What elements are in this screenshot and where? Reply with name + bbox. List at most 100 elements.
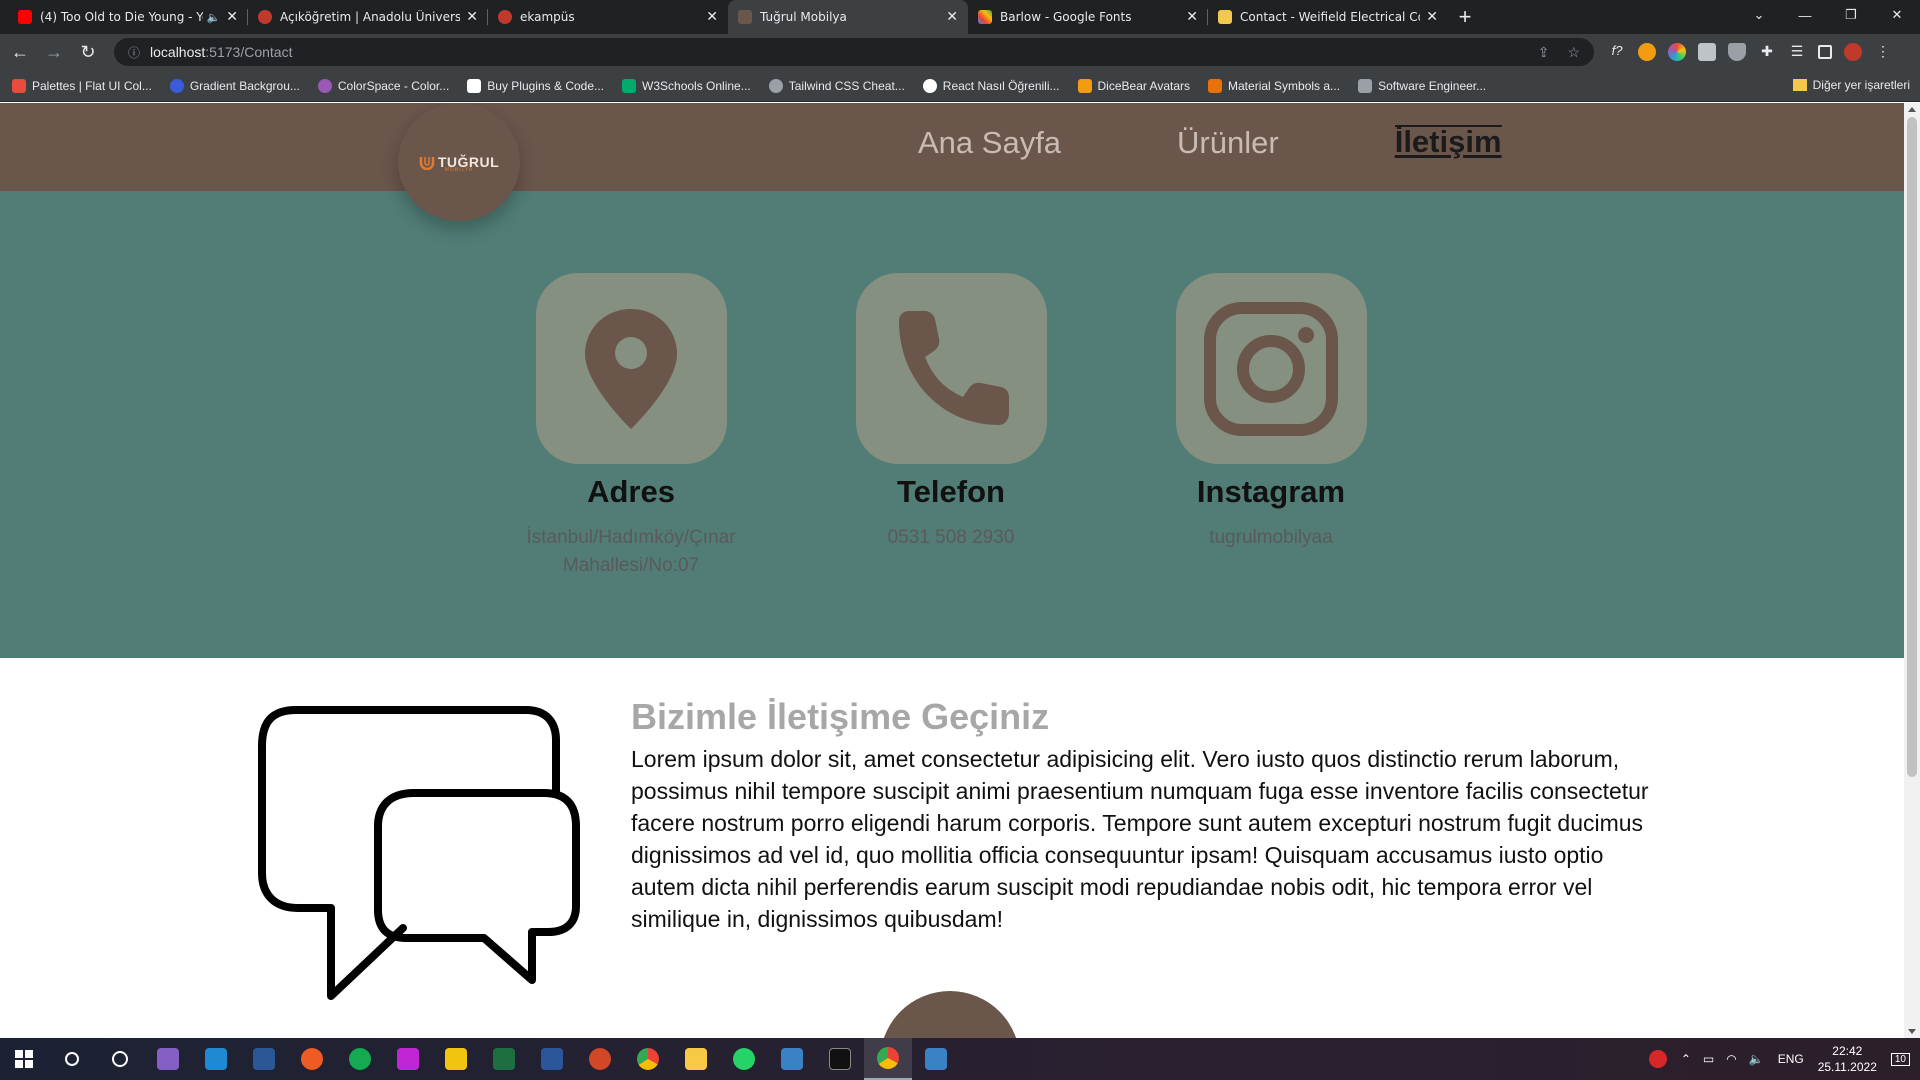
bookmark-star-icon[interactable]: ☆	[1567, 44, 1580, 61]
shield-icon[interactable]	[1728, 43, 1746, 61]
share-icon[interactable]: ⇪	[1538, 44, 1550, 61]
url-path: :5173/Contact	[205, 44, 293, 60]
postman-icon[interactable]	[288, 1038, 336, 1080]
bookmark-item[interactable]: React Nasıl Öğrenili...	[922, 78, 1060, 93]
nav-home[interactable]: Ana Sayfa	[918, 125, 1061, 161]
site-logo[interactable]: TUĞRUL MOBILYA	[398, 103, 520, 221]
app-icon[interactable]	[432, 1038, 480, 1080]
language-indicator[interactable]: ENG	[1778, 1052, 1804, 1066]
side-panel-icon[interactable]	[1818, 45, 1832, 59]
vscode-icon[interactable]	[192, 1038, 240, 1080]
browser-tab-active[interactable]: Tuğrul Mobilya ✕	[728, 0, 968, 34]
instagram-icon-tile[interactable]	[1175, 273, 1367, 464]
bookmark-item[interactable]: W3Schools Online...	[622, 78, 751, 93]
close-window-icon[interactable]: ✕	[1874, 0, 1920, 30]
terminal-icon[interactable]	[816, 1038, 864, 1080]
fx-extension-icon[interactable]: f?	[1608, 43, 1626, 61]
bookmark-item[interactable]: Tailwind CSS Cheat...	[768, 78, 905, 93]
visual-studio-icon[interactable]	[144, 1038, 192, 1080]
word-icon[interactable]	[528, 1038, 576, 1080]
reload-icon[interactable]: ↻	[74, 38, 102, 66]
anadolu-icon	[258, 10, 272, 24]
notification-icon[interactable]: 10	[1890, 1052, 1910, 1066]
phone-icon-tile[interactable]	[855, 273, 1047, 464]
minimize-icon[interactable]: —	[1782, 0, 1828, 30]
contact-section: Adres İstanbul/Hadımköy/Çınar Mahallesi/…	[0, 191, 1904, 658]
system-tray: ⌃ ▭ ◠ 🔈 ENG 22:42 25.11.2022 10	[1648, 1038, 1920, 1080]
scroll-down-icon[interactable]	[1908, 1029, 1916, 1034]
close-tab-icon[interactable]: ✕	[706, 9, 718, 25]
new-tab-button[interactable]: +	[1448, 0, 1482, 34]
nav-products[interactable]: Ürünler	[1177, 125, 1279, 161]
other-bookmarks[interactable]: Diğer yer işaretleri	[1792, 78, 1910, 92]
restore-icon[interactable]: ❐	[1828, 0, 1874, 30]
speaker-icon[interactable]: 🔈	[207, 11, 221, 24]
clock[interactable]: 22:42 25.11.2022	[1818, 1043, 1877, 1075]
chrome-active-icon[interactable]	[864, 1038, 912, 1080]
app-icon[interactable]	[912, 1038, 960, 1080]
address-icon-tile[interactable]	[535, 273, 727, 464]
bookmark-label: Tailwind CSS Cheat...	[788, 78, 905, 93]
logo-subtext: MOBILYA	[444, 167, 474, 173]
tab-search-icon[interactable]: ⌄	[1736, 0, 1782, 30]
app-icon[interactable]	[768, 1038, 816, 1080]
chrome-icon[interactable]	[624, 1038, 672, 1080]
back-icon[interactable]: ←	[6, 38, 34, 66]
page-scrollbar[interactable]	[1904, 103, 1920, 1038]
profile-avatar[interactable]	[1844, 43, 1862, 61]
bookmark-item[interactable]: Software Engineer...	[1358, 78, 1486, 93]
bookmark-item[interactable]: Buy Plugins & Code...	[467, 78, 605, 93]
site-info-icon[interactable]: ⓘ	[128, 44, 140, 61]
bookmark-item[interactable]: Gradient Backgrou...	[169, 78, 300, 93]
contact-card-phone: Telefon 0531 508 2930	[791, 273, 1111, 552]
cortana-icon[interactable]	[96, 1038, 144, 1080]
wifi-icon[interactable]: ◠	[1726, 1052, 1736, 1066]
battery-icon[interactable]: ▭	[1703, 1052, 1714, 1066]
menu-kebab-icon[interactable]: ⋮	[1874, 43, 1892, 61]
file-explorer-icon[interactable]	[672, 1038, 720, 1080]
powerpoint-icon[interactable]	[576, 1038, 624, 1080]
browser-tab[interactable]: Açıköğretim | Anadolu Üniversite ✕	[248, 0, 488, 34]
bookmark-item[interactable]: DiceBear Avatars	[1077, 78, 1190, 93]
browser-tab[interactable]: Contact - Weifield Electrical Cont ✕	[1208, 0, 1448, 34]
browser-tab[interactable]: Barlow - Google Fonts ✕	[968, 0, 1208, 34]
extension-icon[interactable]	[1698, 43, 1716, 61]
close-tab-icon[interactable]: ✕	[466, 9, 478, 25]
other-bookmarks-label: Diğer yer işaretleri	[1812, 78, 1910, 92]
scroll-up-icon[interactable]	[1908, 107, 1916, 112]
contact-title: Adres	[587, 474, 675, 509]
start-button[interactable]	[0, 1038, 48, 1080]
mongodb-icon[interactable]	[336, 1038, 384, 1080]
volume-icon[interactable]: 🔈	[1749, 1052, 1764, 1066]
close-tab-icon[interactable]: ✕	[226, 9, 238, 25]
scrollbar-thumb[interactable]	[1907, 117, 1917, 777]
antivirus-icon[interactable]	[1648, 1050, 1667, 1068]
app-icon[interactable]	[384, 1038, 432, 1080]
close-tab-icon[interactable]: ✕	[1426, 9, 1438, 25]
puzzle-icon[interactable]: ✚	[1758, 43, 1776, 61]
nav-contact[interactable]: İletişim	[1394, 125, 1502, 161]
reading-list-icon[interactable]: ☰	[1788, 43, 1806, 61]
bookmark-label: Material Symbols a...	[1228, 78, 1341, 93]
bookmark-label: Buy Plugins & Code...	[487, 78, 605, 93]
extensions-area: f? ✚ ☰ ⋮	[1608, 43, 1892, 61]
excel-icon[interactable]	[480, 1038, 528, 1080]
address-input[interactable]: ⓘ localhost:5173/Contact ⇪ ☆	[114, 38, 1594, 66]
browser-tab[interactable]: (4) Too Old to Die Young - Yo 🔈 ✕	[8, 0, 248, 34]
bookmark-item[interactable]: ColorSpace - Color...	[317, 78, 449, 93]
color-picker-icon[interactable]	[1668, 43, 1686, 61]
extension-icon[interactable]	[1638, 43, 1656, 61]
powershell-icon[interactable]	[240, 1038, 288, 1080]
bookmark-favicon-icon	[1358, 78, 1373, 93]
browser-tab[interactable]: ekampüs ✕	[488, 0, 728, 34]
site-header: TUĞRUL MOBILYA Ana Sayfa Ürünler İletişi…	[0, 103, 1904, 221]
whatsapp-icon[interactable]	[720, 1038, 768, 1080]
search-icon[interactable]	[48, 1038, 96, 1080]
close-tab-icon[interactable]: ✕	[946, 9, 958, 25]
close-tab-icon[interactable]: ✕	[1186, 9, 1198, 25]
bookmark-item[interactable]: Material Symbols a...	[1208, 78, 1341, 93]
bookmark-item[interactable]: Palettes | Flat UI Col...	[12, 78, 152, 93]
tray-chevron-icon[interactable]: ⌃	[1681, 1052, 1691, 1066]
forward-icon[interactable]: →	[40, 38, 68, 66]
instagram-icon	[1204, 301, 1338, 436]
